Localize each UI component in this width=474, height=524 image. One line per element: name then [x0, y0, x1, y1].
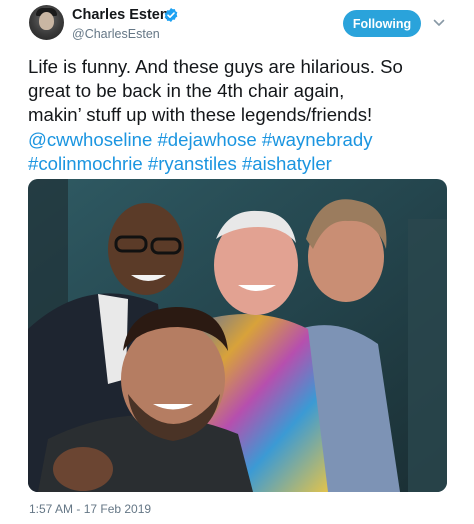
tweet-text-segment: great to be back in the 4th chair again, — [28, 80, 345, 102]
tweet-text-segment: makin’ stuff up with these legends/frien… — [28, 104, 373, 126]
tweet-photo[interactable] — [28, 179, 447, 492]
hashtag-link[interactable]: #ryanstiles — [148, 153, 237, 174]
hashtag-link[interactable]: #colinmochrie — [28, 153, 143, 174]
verified-badge-icon — [164, 8, 178, 22]
tweet-text-line: @cwwhoseline #dejawhose #waynebrady — [28, 128, 458, 152]
chevron-down-icon[interactable] — [432, 16, 446, 30]
tweet-header: Charles Esten @CharlesEsten Following — [0, 0, 474, 48]
mention-link[interactable]: @cwwhoseline — [28, 129, 152, 150]
group-selfie-image — [28, 179, 447, 492]
tweet-text-segment: Life is funny. And these guys are hilari… — [28, 56, 403, 77]
hashtag-link[interactable]: #aishatyler — [242, 153, 332, 174]
avatar-face — [39, 12, 54, 30]
tweet-text-line: Life is funny. And these guys are hilari… — [28, 55, 458, 79]
hashtag-link[interactable]: #waynebrady — [262, 129, 373, 150]
author-display-name[interactable]: Charles Esten — [72, 7, 169, 23]
author-handle[interactable]: @CharlesEsten — [72, 27, 160, 41]
tweet-text: Life is funny. And these guys are hilari… — [28, 55, 458, 176]
following-button[interactable]: Following — [343, 10, 421, 37]
hashtag-link[interactable]: #dejawhose — [157, 129, 256, 150]
tweet-text-line: makin’ stuff up with these legends/frien… — [28, 103, 458, 127]
tweet-timestamp[interactable]: 1:57 AM - 17 Feb 2019 — [29, 502, 151, 516]
tweet-text-line: #colinmochrie #ryanstiles #aishatyler — [28, 152, 458, 176]
tweet-text-line: great to be back in the 4th chair again, — [28, 79, 458, 103]
avatar[interactable] — [29, 5, 64, 40]
